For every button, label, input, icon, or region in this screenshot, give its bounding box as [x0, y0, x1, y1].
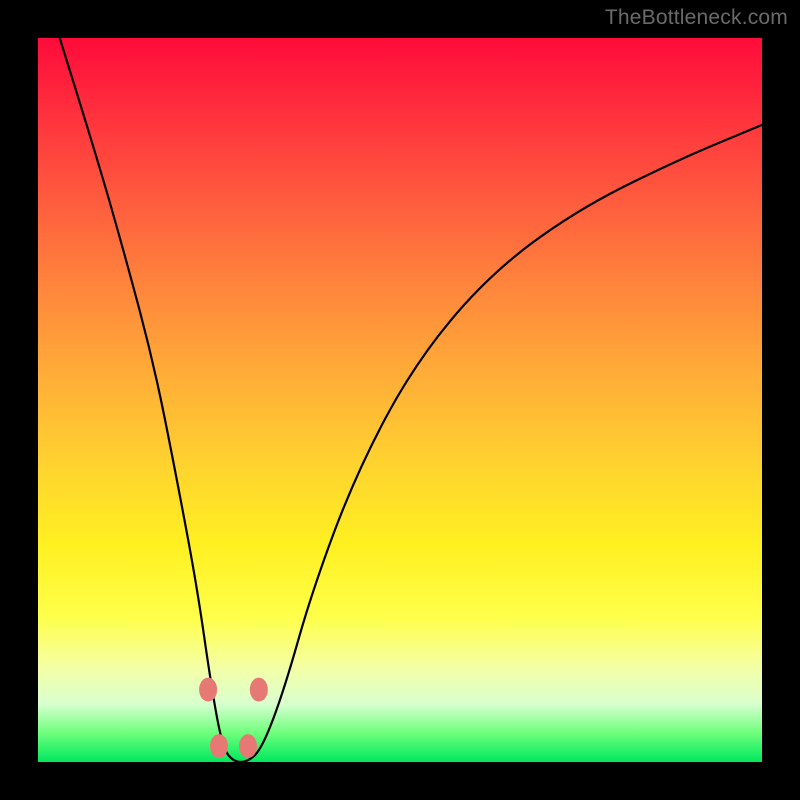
watermark-text: TheBottleneck.com: [605, 6, 788, 30]
marker-dot-3: [239, 734, 257, 758]
marker-dot-2: [210, 734, 228, 758]
marker-dot-1: [250, 678, 268, 702]
marker-dot-0: [199, 678, 217, 702]
outer-frame: TheBottleneck.com: [0, 0, 800, 800]
plot-area: [38, 38, 762, 762]
marker-group: [199, 678, 268, 759]
curve-svg: [38, 38, 762, 762]
bottleneck-curve: [60, 38, 762, 762]
